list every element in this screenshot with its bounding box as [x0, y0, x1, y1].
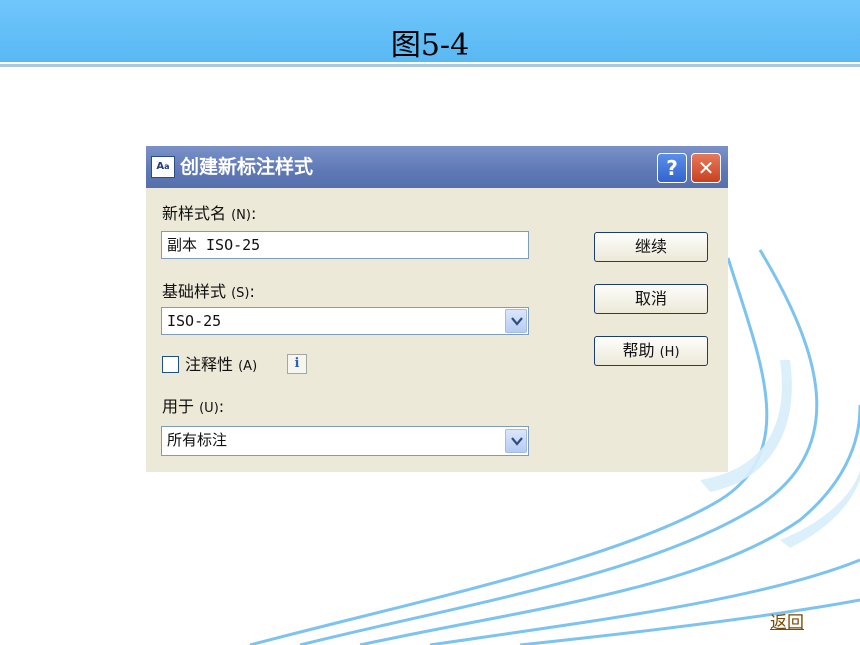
annotative-label-text: 注释性 [185, 355, 234, 374]
use-for-select[interactable]: 所有标注 [161, 426, 529, 456]
dialog-titlebar[interactable]: Aa 创建新标注样式 ? ✕ [146, 146, 728, 188]
dialog-title: 创建新标注样式 [180, 156, 314, 178]
cancel-button[interactable]: 取消 [594, 284, 708, 314]
continue-button[interactable]: 继续 [594, 232, 708, 262]
use-for-dropdown-button[interactable] [505, 429, 527, 453]
info-icon[interactable]: i [287, 354, 307, 374]
use-for-label-text: 用于 [162, 397, 195, 416]
chevron-down-icon [511, 437, 523, 446]
use-for-hotkey: (U) [199, 401, 219, 416]
use-for-colon: : [218, 397, 225, 416]
help-button-hotkey: (H) [659, 345, 680, 360]
use-for-value: 所有标注 [167, 431, 228, 449]
base-style-label: 基础样式 (S): [162, 282, 255, 304]
new-style-name-hotkey: (N) [231, 208, 251, 223]
annotative-hotkey: (A) [238, 359, 258, 374]
base-style-colon: : [249, 282, 255, 301]
new-style-name-value: 副本 ISO-25 [167, 236, 261, 254]
help-button[interactable]: 帮助 (H) [594, 336, 708, 366]
autocad-dimension-style-icon: Aa [151, 156, 175, 178]
new-style-name-colon: : [250, 204, 257, 223]
return-link[interactable]: 返回 [770, 612, 804, 634]
help-title-button[interactable]: ? [657, 153, 687, 183]
base-style-dropdown-button[interactable] [505, 309, 527, 333]
base-style-label-text: 基础样式 [162, 282, 227, 301]
close-button[interactable]: ✕ [691, 153, 721, 183]
base-style-hotkey: (S) [231, 286, 250, 301]
new-style-name-label: 新样式名 (N): [162, 204, 256, 226]
use-for-label: 用于 (U): [162, 397, 224, 419]
base-style-select[interactable]: ISO-25 [161, 307, 529, 335]
create-dimension-style-dialog: Aa 创建新标注样式 ? ✕ 新样式名 (N): 副本 ISO-25 基础样式 … [146, 146, 728, 472]
new-style-name-label-text: 新样式名 [162, 204, 227, 223]
chevron-down-icon [511, 317, 523, 326]
annotative-label[interactable]: 注释性 (A) [185, 355, 257, 377]
new-style-name-input[interactable]: 副本 ISO-25 [161, 231, 529, 259]
annotative-checkbox[interactable] [162, 356, 179, 373]
help-button-label: 帮助 [622, 341, 655, 360]
base-style-value: ISO-25 [167, 312, 222, 330]
